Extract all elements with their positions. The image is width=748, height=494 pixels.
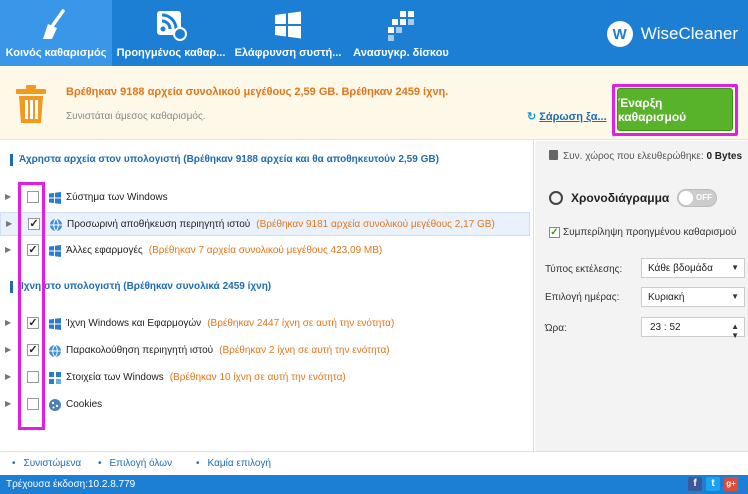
chevron-down-icon: ▼: [731, 263, 739, 272]
browser-icon: [50, 218, 62, 232]
refresh-icon: ↻: [527, 111, 537, 123]
windows-icon: [275, 11, 301, 39]
day-label: Επιλογή ημέρας:: [545, 292, 620, 303]
tab-label: Προηγμένος καθαρ...: [116, 47, 226, 59]
brand-name: WiseCleaner: [640, 24, 738, 43]
item-info: (Βρέθηκαν 9181 αρχεία συνολικού μεγέθους…: [256, 219, 495, 230]
schedule-toggle[interactable]: OFF: [677, 189, 717, 207]
freed-space: Συν. χώρος που ελευθερώθηκε: 0 Bytes: [549, 150, 742, 162]
junk-section-title: Άχρηστα αρχεία στον υπολογιστή (Βρέθηκαν…: [10, 154, 439, 166]
defrag-icon: [388, 11, 414, 41]
status-bar: Τρέχουσα έκδοση:10.2.8.779 f t g+: [0, 475, 748, 494]
select-none-link[interactable]: • Καμία επιλογή: [196, 458, 271, 469]
run-type-select[interactable]: Κάθε βδομάδα ▼: [641, 258, 745, 278]
tab-label: Κοινός καθαρισμός: [5, 47, 107, 59]
tab-advanced-cleaner[interactable]: Προηγμένος καθαρ...: [112, 0, 230, 66]
chevron-down-icon: ▼: [731, 292, 739, 301]
expand-arrow-icon[interactable]: ▶: [5, 192, 11, 201]
item-info: (Βρέθηκαν 2447 ίχνη σε αυτή την ενότητα): [207, 318, 395, 329]
cookie-icon: [49, 399, 61, 411]
toggle-knob: [679, 191, 693, 205]
tab-system-slimming[interactable]: Ελάφρυνση συστή...: [230, 0, 346, 66]
expand-arrow-icon[interactable]: ▶: [5, 345, 11, 354]
list-item[interactable]: ▶ ✓ Ίχνη Windows και Εφαρμογών (Βρέθηκαν …: [0, 312, 530, 336]
facebook-icon[interactable]: f: [688, 477, 702, 491]
expand-arrow-icon[interactable]: ▶: [6, 219, 12, 228]
browser-icon: [49, 344, 61, 358]
time-spinner[interactable]: 23 : 52 ▲ ▼: [641, 317, 745, 340]
tab-common-cleaner[interactable]: Κοινός καθαρισμός: [0, 0, 112, 66]
list-item[interactable]: ▶ Cookies: [0, 393, 530, 417]
advanced-checkbox[interactable]: ✓: [549, 227, 560, 238]
item-name: Σύστημα των Windows: [66, 192, 168, 203]
item-name: Cookies: [66, 399, 103, 410]
schedule-panel: Συν. χώρος που ελευθερώθηκε: 0 Bytes Χρο…: [535, 141, 748, 451]
rss-cleaner-icon: [157, 11, 187, 41]
freed-space-value: 0 Bytes: [706, 151, 743, 162]
run-type-label: Τύπος εκτέλεσης:: [545, 264, 623, 275]
expand-arrow-icon[interactable]: ▶: [5, 245, 11, 254]
list-item[interactable]: ▶ Σύστημα των Windows: [0, 186, 530, 210]
broom-icon: [43, 9, 65, 39]
windows-components-icon: [49, 372, 61, 384]
twitter-icon[interactable]: t: [706, 477, 720, 491]
apps-icon: [49, 245, 61, 257]
recommended-link[interactable]: • Συνιστώμενα: [12, 458, 81, 469]
item-info: (Βρέθηκαν 7 αρχεία συνολικού μεγέθους 42…: [148, 245, 383, 256]
item-name: Ίχνη Windows και Εφαρμογών (Βρέθηκαν 2447…: [66, 318, 395, 329]
start-cleaning-button[interactable]: Έναρξη καθαρισμού: [617, 88, 733, 131]
selection-footer: • Συνιστώμενα • Επιλογή όλων • Καμία επιλογ…: [0, 451, 748, 475]
item-info: (Βρέθηκαν 2 ίχνη σε αυτή την ενότητα): [219, 345, 390, 356]
item-name: Προσωρινή αποθήκευση περιηγητή ιστού (Βρέ…: [67, 219, 495, 230]
tab-disk-defrag[interactable]: Ανασυγκρ. δίσκου: [346, 0, 456, 66]
expand-arrow-icon[interactable]: ▶: [5, 372, 11, 381]
windows-icon: [49, 192, 61, 204]
cleanup-item-list: Άχρηστα αρχεία στον υπολογιστή (Βρέθηκαν…: [0, 141, 534, 451]
item-info: (Βρέθηκαν 10 ίχνη σε αυτή την ενότητα): [169, 372, 346, 383]
brand: W WiseCleaner: [606, 20, 738, 48]
item-name: Άλλες εφαρμογές (Βρέθηκαν 7 αρχεία συνολι…: [66, 245, 383, 256]
version-text: Τρέχουσα έκδοση:10.2.8.779: [6, 479, 136, 490]
schedule-title: Χρονοδιάγραμμα: [549, 191, 669, 205]
rescan-link-label: Σάρωση ξα...: [539, 111, 607, 123]
rescan-link[interactable]: ↻ Σάρωση ξα...: [527, 110, 607, 123]
spinner-icon: ▲ ▼: [731, 322, 739, 340]
tab-label: Ελάφρυνση συστή...: [234, 47, 342, 59]
top-navigation-bar: Κοινός καθαρισμός Προηγμένος καθαρ... Ελ…: [0, 0, 748, 66]
list-item[interactable]: ▶ ✓ Παρακολούθηση περιηγητή ιστού (Βρέθηκ…: [0, 339, 530, 363]
checkbox-column-highlight: [18, 182, 45, 430]
tab-label: Ανασυγκρ. δίσκου: [353, 47, 449, 59]
summary-subtitle: Συνιστάται άμεσος καθαρισμός.: [66, 111, 206, 122]
traces-section-title: Ίχνη στο υπολογιστή (Βρέθηκαν συνολικά 2…: [10, 281, 271, 293]
list-item[interactable]: ▶ ✓ Προσωρινή αποθήκευση περιηγητή ιστού…: [0, 212, 530, 236]
include-advanced-checkbox[interactable]: ✓ Συμπερίληψη προηγμένου καθαρισμού: [549, 227, 736, 238]
list-item[interactable]: ▶ ✓ Άλλες εφαρμογές (Βρέθηκαν 7 αρχεία συ…: [0, 239, 530, 263]
wisecleaner-logo: W: [606, 21, 633, 47]
select-all-link[interactable]: • Επιλογή όλων: [98, 458, 172, 469]
list-item[interactable]: ▶ Στοιχεία των Windows (Βρέθηκαν 10 ίχνη …: [0, 366, 530, 390]
item-name: Στοιχεία των Windows (Βρέθηκαν 10 ίχνη σε…: [66, 372, 346, 383]
summary-title: Βρέθηκαν 9188 αρχεία συνολικού μεγέθους …: [66, 86, 449, 98]
expand-arrow-icon[interactable]: ▶: [5, 399, 11, 408]
google-plus-icon[interactable]: g+: [724, 477, 738, 491]
clock-icon: [549, 191, 563, 205]
time-label: Ώρα:: [545, 323, 567, 334]
small-trash-icon: [549, 150, 558, 160]
windows-icon: [49, 318, 61, 330]
toggle-state: OFF: [696, 193, 712, 202]
trash-icon: [16, 85, 46, 123]
day-select[interactable]: Κυριακή ▼: [641, 287, 745, 307]
expand-arrow-icon[interactable]: ▶: [5, 318, 11, 327]
item-name: Παρακολούθηση περιηγητή ιστού (Βρέθηκαν 2…: [66, 345, 390, 356]
